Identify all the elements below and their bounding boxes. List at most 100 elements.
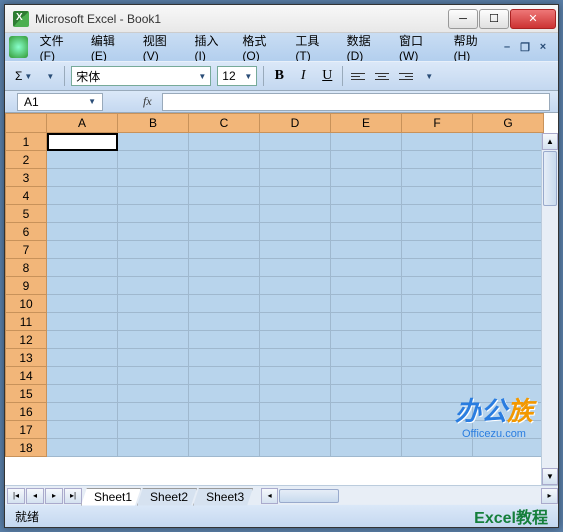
cell[interactable]: [331, 151, 402, 169]
cell[interactable]: [47, 439, 118, 457]
cell[interactable]: [47, 169, 118, 187]
cell[interactable]: [260, 133, 331, 151]
cell[interactable]: [331, 133, 402, 151]
cell[interactable]: [473, 133, 544, 151]
menu-help[interactable]: 帮助(H): [446, 29, 496, 66]
cell[interactable]: [402, 295, 473, 313]
cell[interactable]: [260, 205, 331, 223]
tab-first-button[interactable]: |◂: [7, 488, 25, 504]
cell[interactable]: [473, 439, 544, 457]
cell[interactable]: [118, 421, 189, 439]
cell[interactable]: [118, 151, 189, 169]
sheet-tab[interactable]: Sheet2: [137, 488, 197, 506]
font-name-select[interactable]: 宋体▼: [71, 66, 211, 86]
cell[interactable]: [473, 331, 544, 349]
toolbar-more-button[interactable]: ▼: [421, 70, 437, 83]
scroll-up-button[interactable]: ▲: [542, 133, 558, 150]
cell[interactable]: [260, 277, 331, 295]
vertical-scrollbar[interactable]: ▲ ▼: [541, 133, 558, 485]
cell[interactable]: [47, 313, 118, 331]
cell[interactable]: [473, 295, 544, 313]
cell[interactable]: [331, 223, 402, 241]
cell[interactable]: [402, 241, 473, 259]
row-header[interactable]: 17: [5, 421, 47, 439]
column-header[interactable]: B: [118, 113, 189, 133]
row-header[interactable]: 15: [5, 385, 47, 403]
cell[interactable]: [47, 349, 118, 367]
cell[interactable]: [473, 223, 544, 241]
menu-data[interactable]: 数据(D): [339, 29, 389, 66]
cell[interactable]: [189, 439, 260, 457]
cell[interactable]: [118, 403, 189, 421]
column-header[interactable]: A: [47, 113, 118, 133]
cell[interactable]: [402, 169, 473, 187]
cell[interactable]: [118, 259, 189, 277]
scroll-down-button[interactable]: ▼: [542, 468, 558, 485]
cell[interactable]: [260, 349, 331, 367]
cell[interactable]: [331, 403, 402, 421]
cell[interactable]: [260, 439, 331, 457]
cell[interactable]: [189, 349, 260, 367]
italic-button[interactable]: I: [294, 67, 312, 85]
cell[interactable]: [47, 259, 118, 277]
cell[interactable]: [402, 367, 473, 385]
column-header[interactable]: C: [189, 113, 260, 133]
cell[interactable]: [260, 403, 331, 421]
cell[interactable]: [473, 385, 544, 403]
cell[interactable]: [47, 295, 118, 313]
cell[interactable]: [189, 385, 260, 403]
underline-button[interactable]: U: [318, 67, 336, 85]
cell[interactable]: [473, 277, 544, 295]
mdi-close-button[interactable]: ×: [536, 40, 550, 54]
cell[interactable]: [331, 259, 402, 277]
cell[interactable]: [47, 205, 118, 223]
cell[interactable]: [189, 205, 260, 223]
cell[interactable]: [260, 259, 331, 277]
cell[interactable]: [473, 259, 544, 277]
cell[interactable]: [331, 331, 402, 349]
cell[interactable]: [189, 151, 260, 169]
cell[interactable]: [331, 421, 402, 439]
cell[interactable]: [331, 439, 402, 457]
tab-last-button[interactable]: ▸|: [64, 488, 82, 504]
row-header[interactable]: 16: [5, 403, 47, 421]
cell[interactable]: [189, 367, 260, 385]
select-all-corner[interactable]: [5, 113, 47, 133]
cell[interactable]: [118, 205, 189, 223]
cell[interactable]: [402, 421, 473, 439]
menu-edit[interactable]: 编辑(E): [83, 29, 133, 66]
align-right-button[interactable]: [397, 67, 415, 85]
cell[interactable]: [260, 295, 331, 313]
tab-prev-button[interactable]: ◂: [26, 488, 44, 504]
sheet-tab-active[interactable]: Sheet1: [81, 488, 141, 506]
cell[interactable]: [47, 331, 118, 349]
row-header[interactable]: 10: [5, 295, 47, 313]
fx-icon[interactable]: fx: [143, 94, 152, 109]
cell[interactable]: [260, 331, 331, 349]
cell[interactable]: [47, 187, 118, 205]
column-header[interactable]: G: [473, 113, 544, 133]
autosum-button[interactable]: Σ ▼: [11, 67, 36, 85]
row-header[interactable]: 12: [5, 331, 47, 349]
cell[interactable]: [402, 403, 473, 421]
cell[interactable]: [189, 169, 260, 187]
scroll-thumb[interactable]: [543, 151, 557, 206]
cell[interactable]: [189, 241, 260, 259]
cell[interactable]: [189, 313, 260, 331]
column-header[interactable]: D: [260, 113, 331, 133]
cell[interactable]: [260, 421, 331, 439]
cell[interactable]: [189, 259, 260, 277]
cell[interactable]: [260, 241, 331, 259]
row-header[interactable]: 7: [5, 241, 47, 259]
cell[interactable]: [189, 421, 260, 439]
row-header[interactable]: 11: [5, 313, 47, 331]
cell[interactable]: [402, 439, 473, 457]
cell[interactable]: [260, 367, 331, 385]
cell[interactable]: [260, 187, 331, 205]
cell[interactable]: [473, 187, 544, 205]
cell[interactable]: [402, 277, 473, 295]
cell[interactable]: [118, 133, 189, 151]
cell[interactable]: [473, 403, 544, 421]
cell[interactable]: [331, 367, 402, 385]
cell[interactable]: [118, 439, 189, 457]
